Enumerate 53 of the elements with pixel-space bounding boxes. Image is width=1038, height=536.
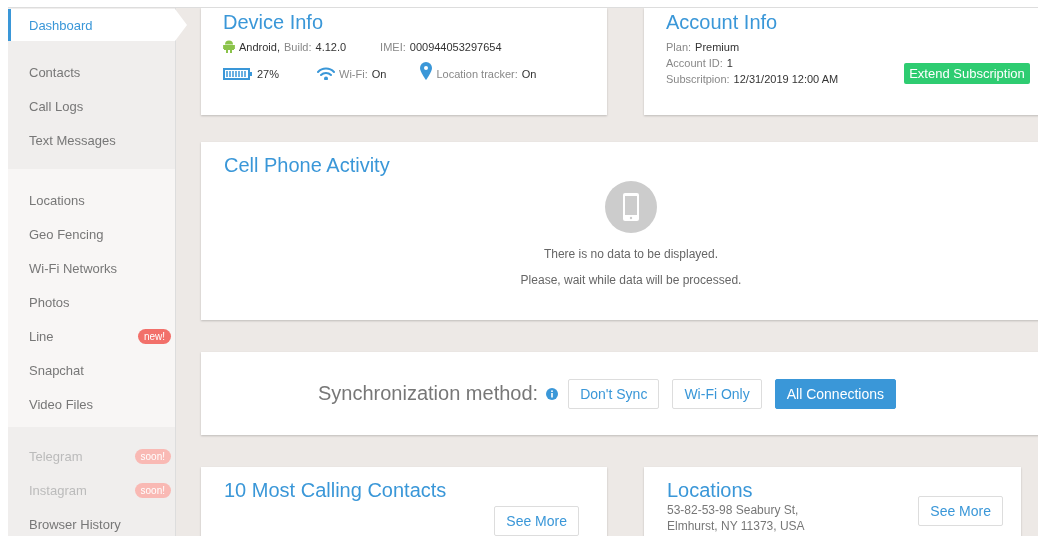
field-label: IMEI: xyxy=(380,40,406,53)
sidebar-item[interactable]: Snapchat xyxy=(8,353,175,387)
card-title: Cell Phone Activity xyxy=(224,154,390,177)
field-value: On xyxy=(371,67,387,80)
sidebar-item[interactable]: Line new! xyxy=(8,319,175,353)
badge: soon! xyxy=(134,448,171,464)
see-more-button[interactable]: See More xyxy=(918,496,1003,526)
field-label: Subscritpion: xyxy=(666,72,730,87)
field-label: Build: xyxy=(284,40,312,53)
field-value: 1 xyxy=(726,56,733,71)
sidebar-item[interactable]: Contacts xyxy=(8,55,175,89)
os-name: Android, xyxy=(239,40,280,53)
field-label: Wi-Fi: xyxy=(339,67,368,80)
sidebar-item[interactable]: Geo Fencing xyxy=(8,217,175,251)
field-label: Plan: xyxy=(666,40,692,55)
sidebar-item[interactable]: Call Logs xyxy=(8,89,175,123)
sync-label: Synchronization method: xyxy=(318,382,539,405)
sidebar-item[interactable]: Locations xyxy=(8,183,175,217)
field-label: Account ID: xyxy=(666,56,723,71)
card-title: Device Info xyxy=(223,11,325,34)
sidebar-item[interactable]: Video Files xyxy=(8,387,175,421)
badge: soon! xyxy=(134,482,171,498)
sync-option-button[interactable]: Don't Sync xyxy=(568,378,660,409)
status-message: Please, wait while data will be processed. xyxy=(520,273,742,287)
address-line: 53-82-53-98 Seabury St, xyxy=(667,502,800,518)
field-value: Premium xyxy=(695,40,740,55)
sidebar-item[interactable]: Browser History xyxy=(8,507,175,536)
field-value: 4.12.0 xyxy=(315,40,347,53)
sidebar-item[interactable]: Dashboard xyxy=(8,9,187,41)
status-message: There is no data to be displayed. xyxy=(543,247,719,261)
card-title: 10 Most Calling Contacts xyxy=(224,479,448,502)
info-icon xyxy=(546,387,559,400)
field-label: Location tracker: xyxy=(436,67,518,80)
field-value: 12/31/2019 12:00 AM xyxy=(733,72,839,87)
card-title: Account Info xyxy=(666,11,779,34)
badge: new! xyxy=(137,328,171,344)
sync-option-button[interactable]: All Connections xyxy=(774,378,896,409)
battery-level: 27% xyxy=(257,67,280,80)
sidebar-item[interactable]: Photos xyxy=(8,285,175,319)
field-value: On xyxy=(521,67,537,80)
field-value: 000944053297654 xyxy=(409,40,502,53)
battery-icon xyxy=(223,67,253,80)
extend-subscription-button[interactable]: Extend Subscription xyxy=(904,63,1030,84)
location-pin-icon xyxy=(420,61,433,80)
sync-option-button[interactable]: Wi-Fi Only xyxy=(672,378,762,409)
phone-icon xyxy=(605,181,657,233)
card-title: Locations xyxy=(667,479,754,502)
sidebar-item[interactable]: Text Messages xyxy=(8,123,175,157)
address-line: Elmhurst, NY 11373, USA xyxy=(667,518,805,534)
android-icon xyxy=(223,40,235,53)
see-more-button[interactable]: See More xyxy=(494,506,579,536)
wifi-icon xyxy=(317,67,336,80)
sidebar-item[interactable]: Wi-Fi Networks xyxy=(8,251,175,285)
